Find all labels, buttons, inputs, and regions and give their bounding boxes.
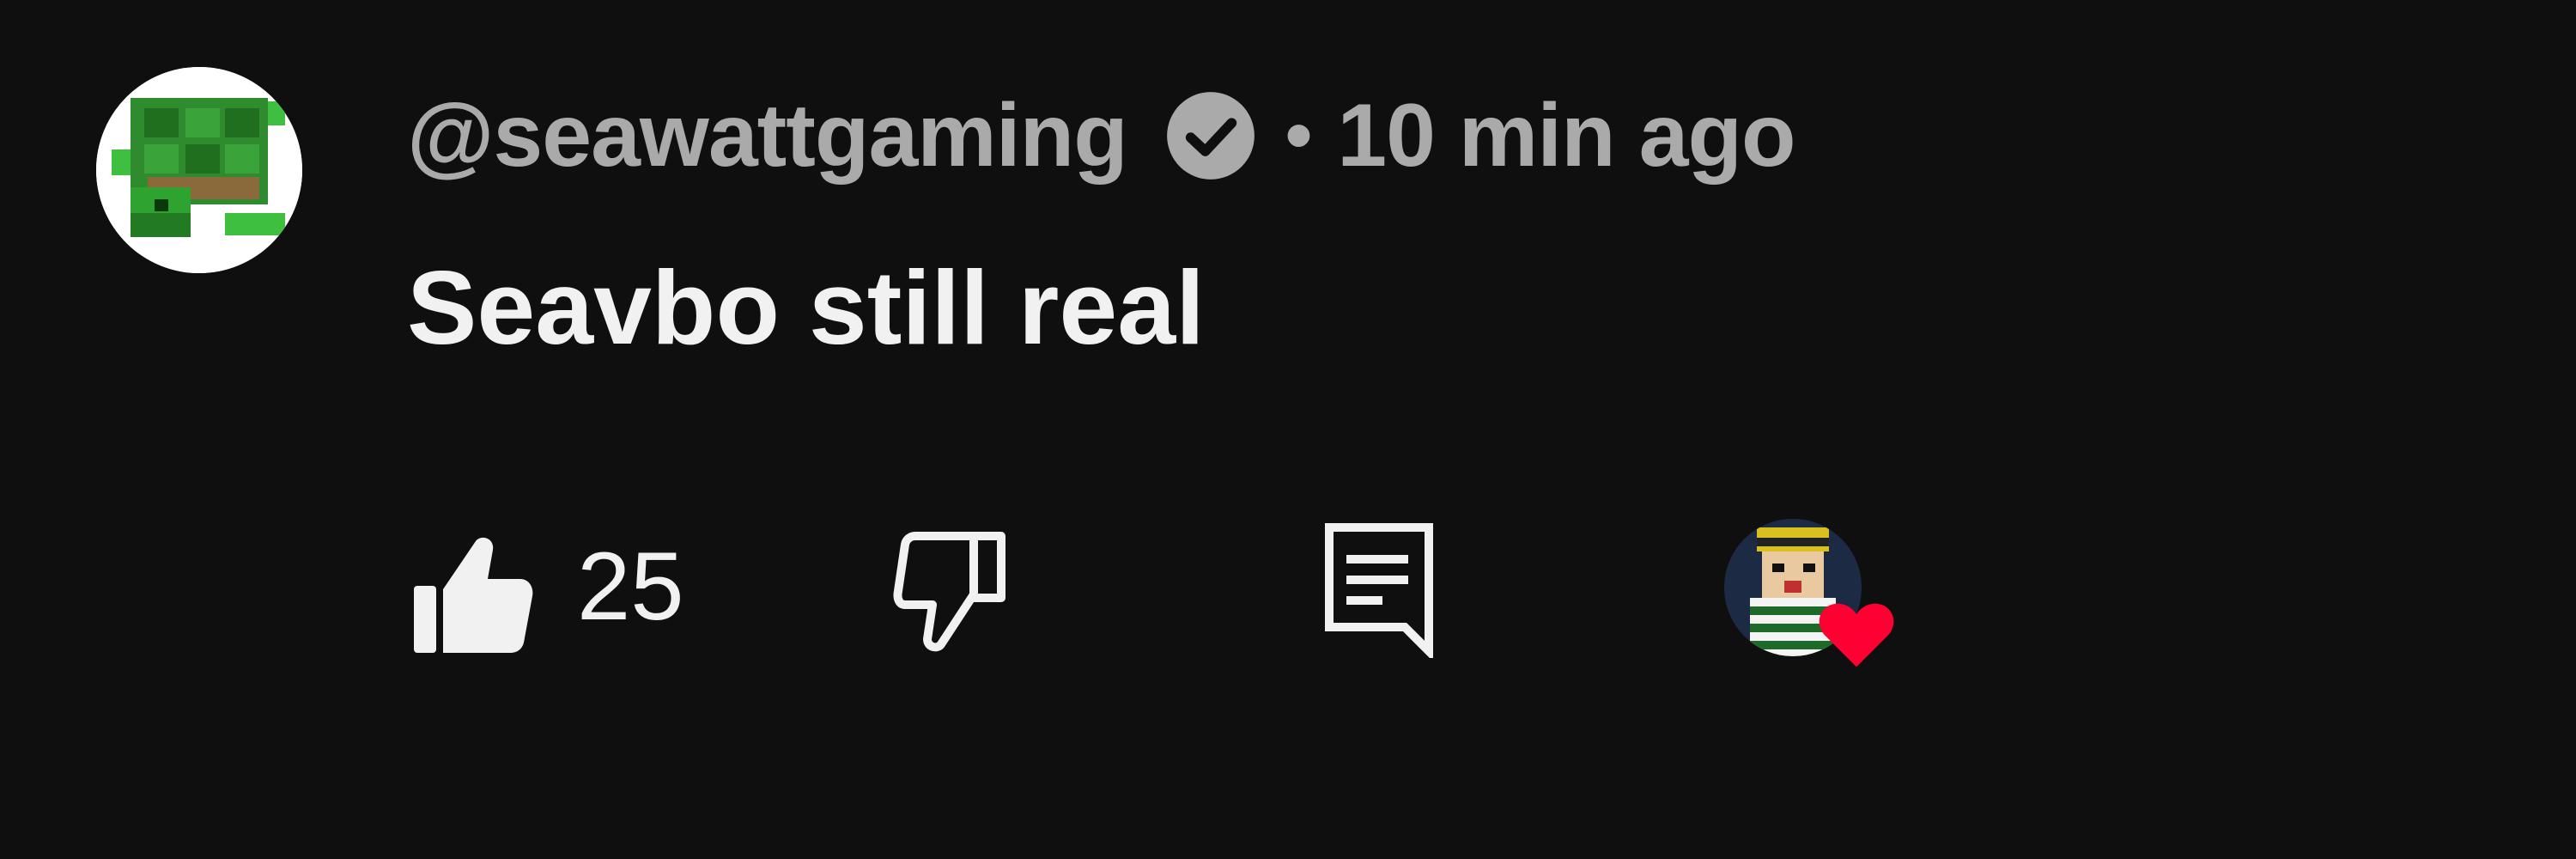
author-handle[interactable]: @seawattgaming (407, 85, 1128, 187)
author-avatar[interactable] (96, 67, 302, 273)
verified-badge-icon (1165, 90, 1256, 181)
meta-separator: • (1285, 92, 1313, 179)
thumbs-down-icon (893, 532, 1005, 652)
creator-heart-badge[interactable] (1724, 519, 1913, 682)
comment-thread-item: @seawattgaming • 10 min ago Seavbo still… (0, 0, 2576, 859)
reply-button[interactable] (1322, 521, 1443, 662)
comment-body: Seavbo still real (407, 249, 1205, 366)
turtle-avatar-image (96, 67, 302, 273)
like-button[interactable] (407, 529, 536, 658)
like-count: 25 (577, 533, 684, 640)
comment-meta: @seawattgaming • 10 min ago (407, 84, 1796, 187)
heart-icon (1815, 593, 1898, 675)
comment-timestamp[interactable]: 10 min ago (1337, 85, 1795, 187)
dislike-button[interactable] (884, 526, 1013, 655)
thumbs-up-icon (414, 537, 533, 653)
reply-comment-icon (1325, 523, 1433, 662)
